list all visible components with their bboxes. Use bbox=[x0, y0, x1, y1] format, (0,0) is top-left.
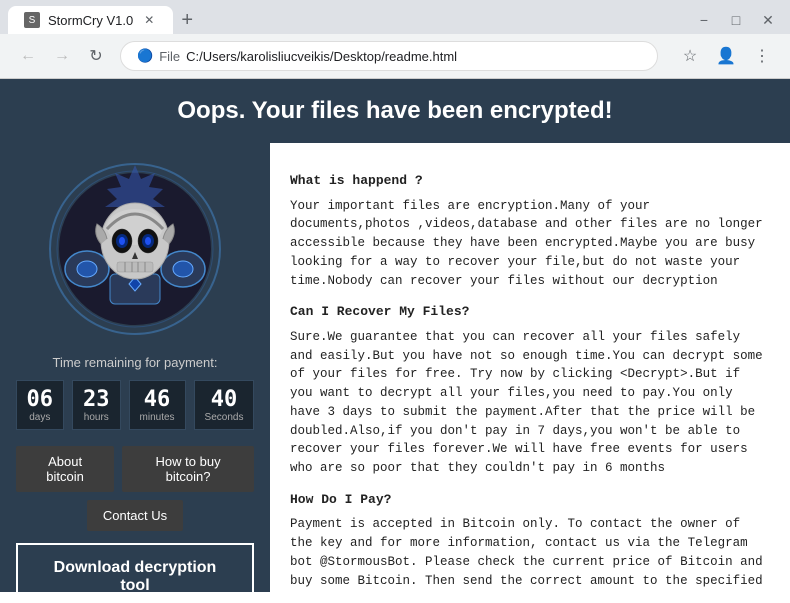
browser-tab[interactable]: S StormCry V1.0 ✕ bbox=[8, 6, 173, 34]
tab-close-button[interactable]: ✕ bbox=[141, 12, 157, 28]
section3-title: How Do I Pay? bbox=[290, 490, 770, 510]
close-window-icon: ✕ bbox=[762, 12, 774, 29]
timer-hours-unit: hours bbox=[83, 412, 110, 423]
btn-row-2: Contact Us bbox=[87, 500, 183, 531]
timer-days: 06 days bbox=[16, 380, 65, 430]
plus-icon: + bbox=[181, 9, 193, 32]
timer-seconds: 40 Seconds bbox=[194, 380, 255, 430]
tab-title: StormCry V1.0 bbox=[48, 13, 133, 28]
timer-minutes-value: 46 bbox=[140, 387, 175, 412]
new-tab-button[interactable]: + bbox=[173, 6, 201, 34]
timer-seconds-value: 40 bbox=[205, 387, 244, 412]
back-button[interactable]: ← bbox=[12, 40, 44, 72]
tab-favicon: S bbox=[24, 12, 40, 28]
minimize-button[interactable]: − bbox=[690, 6, 718, 34]
maximize-icon: □ bbox=[732, 12, 740, 28]
timer-days-value: 06 bbox=[27, 387, 54, 412]
bookmark-button[interactable]: ☆ bbox=[674, 40, 706, 72]
timer-hours: 23 hours bbox=[72, 380, 121, 430]
url-path: C:/Users/karolisliucveikis/Desktop/readm… bbox=[186, 49, 457, 64]
maximize-button[interactable]: □ bbox=[722, 6, 750, 34]
reload-button[interactable]: ↻ bbox=[80, 40, 112, 72]
section3-body: Payment is accepted in Bitcoin only. To … bbox=[290, 515, 770, 592]
page-header: Oops. Your files have been encrypted! bbox=[0, 79, 790, 143]
section1-body: Your important files are encryption.Many… bbox=[290, 197, 770, 291]
url-scheme-icon: 🔵 bbox=[137, 48, 153, 64]
page-content: Oops. Your files have been encrypted! bbox=[0, 79, 790, 592]
forward-icon: → bbox=[54, 47, 70, 65]
close-window-button[interactable]: ✕ bbox=[754, 6, 782, 34]
forward-button[interactable]: → bbox=[46, 40, 78, 72]
skull-logo bbox=[45, 159, 225, 339]
left-panel: Time remaining for payment: 06 days 23 h… bbox=[0, 143, 270, 592]
how-to-buy-button[interactable]: How to buy bitcoin? bbox=[122, 446, 254, 492]
url-scheme-label: File bbox=[159, 49, 180, 64]
timer-label: Time remaining for payment: bbox=[53, 355, 218, 370]
minimize-icon: − bbox=[700, 12, 708, 28]
reload-icon: ↻ bbox=[89, 46, 102, 66]
btn-row-1: About bitcoin How to buy bitcoin? bbox=[16, 446, 254, 492]
page-body: Time remaining for payment: 06 days 23 h… bbox=[0, 143, 790, 592]
timer-days-unit: days bbox=[27, 412, 54, 423]
timer-minutes-unit: minutes bbox=[140, 412, 175, 423]
timer-seconds-unit: Seconds bbox=[205, 412, 244, 423]
contact-us-button[interactable]: Contact Us bbox=[87, 500, 183, 531]
timer-hours-value: 23 bbox=[83, 387, 110, 412]
right-panel: What is happend ? Your important files a… bbox=[270, 143, 790, 592]
tab-close-icon: ✕ bbox=[144, 13, 154, 27]
url-bar[interactable]: 🔵 File C:/Users/karolisliucveikis/Deskto… bbox=[120, 41, 658, 71]
profile-icon: 👤 bbox=[716, 46, 736, 66]
download-decryption-tool-button[interactable]: Download decryption tool bbox=[16, 543, 254, 592]
left-buttons: About bitcoin How to buy bitcoin? Contac… bbox=[16, 446, 254, 531]
star-icon: ☆ bbox=[683, 46, 697, 66]
back-icon: ← bbox=[20, 47, 36, 65]
about-bitcoin-button[interactable]: About bitcoin bbox=[16, 446, 114, 492]
timer-minutes: 46 minutes bbox=[129, 380, 186, 430]
timer-display: 06 days 23 hours 46 minutes 40 Seconds bbox=[16, 380, 255, 430]
page-title: Oops. Your files have been encrypted! bbox=[18, 97, 772, 125]
menu-button[interactable]: ⋮ bbox=[746, 40, 778, 72]
section2-body: Sure.We guarantee that you can recover a… bbox=[290, 328, 770, 478]
profile-button[interactable]: 👤 bbox=[710, 40, 742, 72]
section2-title: Can I Recover My Files? bbox=[290, 302, 770, 322]
menu-icon: ⋮ bbox=[754, 46, 770, 66]
section1-title: What is happend ? bbox=[290, 171, 770, 191]
